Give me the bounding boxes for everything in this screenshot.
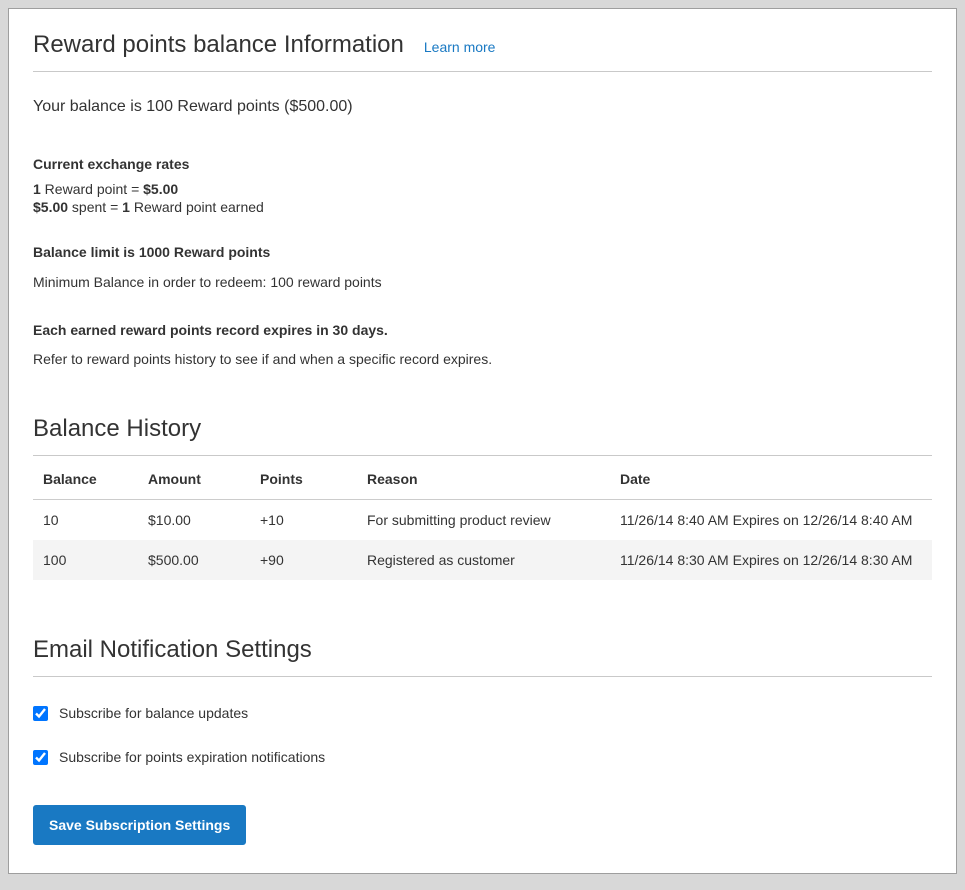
- rate1-text: Reward point =: [41, 181, 143, 197]
- balance-summary: Your balance is 100 Reward points ($500.…: [33, 98, 932, 116]
- subscribe-balance-row: Subscribe for balance updates: [33, 705, 932, 721]
- exchange-rate-line-1: 1 Reward point = $5.00: [33, 180, 932, 198]
- balance-history-table: Balance Amount Points Reason Date 10 $10…: [33, 458, 932, 580]
- rate1-points: 1: [33, 181, 41, 197]
- subscribe-expiration-checkbox[interactable]: [33, 750, 48, 765]
- balance-history-title: Balance History: [33, 415, 932, 443]
- cell-date: 11/26/14 8:30 AM Expires on 12/26/14 8:3…: [610, 540, 932, 580]
- history-divider: [33, 455, 932, 456]
- rate2-suffix: Reward point earned: [130, 199, 264, 215]
- page-header: Reward points balance Information Learn …: [33, 9, 932, 59]
- column-header-balance: Balance: [33, 458, 138, 500]
- balance-limit-heading: Balance limit is 1000 Reward points: [33, 244, 932, 260]
- cell-balance: 10: [33, 500, 138, 541]
- reward-points-page: Reward points balance Information Learn …: [8, 8, 957, 874]
- email-settings-title: Email Notification Settings: [33, 636, 932, 664]
- rate2-text: spent =: [68, 199, 122, 215]
- cell-date: 11/26/14 8:40 AM Expires on 12/26/14 8:4…: [610, 500, 932, 541]
- subscribe-expiration-row: Subscribe for points expiration notifica…: [33, 749, 932, 765]
- page-title: Reward points balance Information: [33, 31, 404, 59]
- expiry-note: Refer to reward points history to see if…: [33, 351, 932, 367]
- email-divider: [33, 676, 932, 677]
- header-divider: [33, 71, 932, 72]
- cell-amount: $10.00: [138, 500, 250, 541]
- cell-balance: 100: [33, 540, 138, 580]
- cell-points: +10: [250, 500, 357, 541]
- column-header-date: Date: [610, 458, 932, 500]
- column-header-points: Points: [250, 458, 357, 500]
- column-header-amount: Amount: [138, 458, 250, 500]
- table-row: 10 $10.00 +10 For submitting product rev…: [33, 500, 932, 541]
- expiry-heading: Each earned reward points record expires…: [33, 322, 932, 338]
- table-row: 100 $500.00 +90 Registered as customer 1…: [33, 540, 932, 580]
- subscribe-balance-checkbox[interactable]: [33, 706, 48, 721]
- cell-points: +90: [250, 540, 357, 580]
- cell-amount: $500.00: [138, 540, 250, 580]
- save-subscription-settings-button[interactable]: Save Subscription Settings: [33, 805, 246, 845]
- cell-reason: Registered as customer: [357, 540, 610, 580]
- rate1-amount: $5.00: [143, 181, 178, 197]
- subscribe-balance-label[interactable]: Subscribe for balance updates: [59, 705, 248, 721]
- rate2-amount: $5.00: [33, 199, 68, 215]
- rate2-points: 1: [122, 199, 130, 215]
- cell-reason: For submitting product review: [357, 500, 610, 541]
- exchange-rate-line-2: $5.00 spent = 1 Reward point earned: [33, 198, 932, 216]
- learn-more-link[interactable]: Learn more: [424, 39, 496, 55]
- column-header-reason: Reason: [357, 458, 610, 500]
- exchange-rates-heading: Current exchange rates: [33, 156, 932, 172]
- table-header-row: Balance Amount Points Reason Date: [33, 458, 932, 500]
- subscribe-expiration-label[interactable]: Subscribe for points expiration notifica…: [59, 749, 325, 765]
- minimum-balance-note: Minimum Balance in order to redeem: 100 …: [33, 274, 932, 290]
